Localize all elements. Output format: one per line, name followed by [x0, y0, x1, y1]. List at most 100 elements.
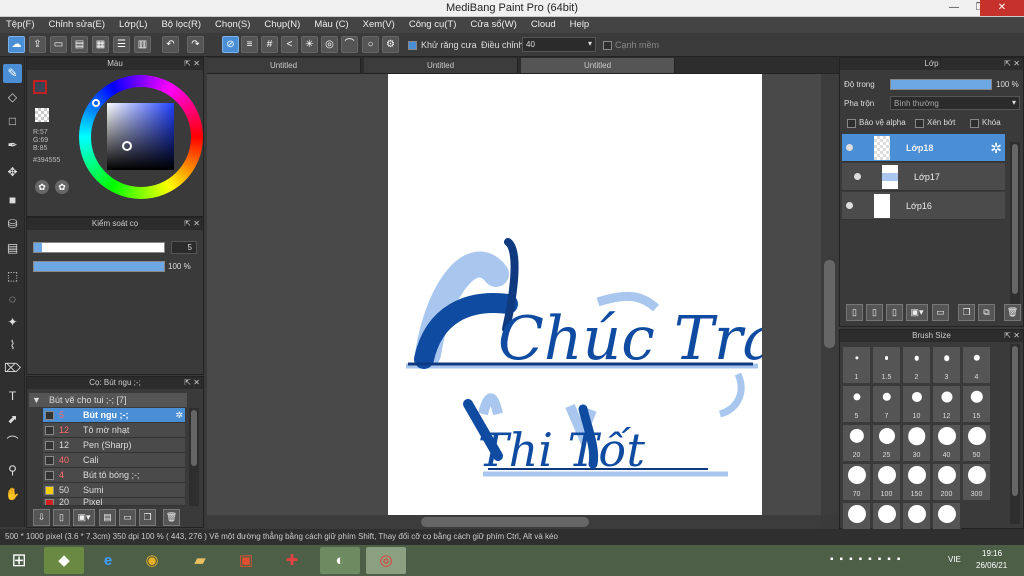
- grid-icon[interactable]: ▥: [134, 36, 151, 53]
- folder-icon[interactable]: ▭: [119, 509, 136, 526]
- brush-tool-icon[interactable]: ✎: [3, 64, 22, 83]
- tray-icons[interactable]: ▪▪▪▪▪▪▪▪: [830, 554, 906, 565]
- lock-checkbox[interactable]: [970, 119, 979, 128]
- brush-file-icon[interactable]: ▤: [99, 509, 116, 526]
- menu-color[interactable]: Màu (C): [314, 17, 348, 33]
- duplicate-layer-icon[interactable]: ❐: [958, 304, 975, 321]
- menu-tools[interactable]: Công cụ(T): [409, 17, 457, 33]
- brush-item[interactable]: 12 Tô mờ nhạt: [43, 423, 185, 438]
- clipping-checkbox[interactable]: [915, 119, 924, 128]
- brush-item[interactable]: 50 Sumi: [43, 483, 185, 498]
- palette-icon[interactable]: ✿: [35, 180, 49, 194]
- medibang-icon[interactable]: ◎: [366, 547, 406, 574]
- eyedropper-icon[interactable]: ⚲: [3, 461, 22, 480]
- main-color-swatch[interactable]: [33, 80, 47, 94]
- brush-size-option[interactable]: 150: [902, 463, 931, 501]
- brush-size-option[interactable]: 10: [902, 385, 931, 423]
- gear-icon[interactable]: ✲: [990, 140, 1002, 157]
- menu-help[interactable]: Help: [570, 17, 590, 33]
- redo-icon[interactable]: ↷: [187, 36, 204, 53]
- app-icon[interactable]: ✚: [272, 547, 312, 574]
- brush-size-option[interactable]: 30: [902, 424, 931, 462]
- eye-icon[interactable]: [854, 173, 861, 180]
- opacity-slider[interactable]: [33, 261, 165, 272]
- transparent-swatch[interactable]: [35, 108, 49, 122]
- magic-wand-icon[interactable]: ✦: [3, 313, 22, 332]
- cloud-download-icon[interactable]: ⇩: [33, 509, 50, 526]
- text-tool-icon[interactable]: T: [3, 387, 22, 406]
- cloud-icon[interactable]: ☁: [8, 36, 25, 53]
- divide-tool-icon[interactable]: ⌒: [3, 433, 22, 452]
- tab-untitled-2[interactable]: Untitled: [364, 58, 518, 73]
- undock-icon[interactable]: ⇱: [1004, 58, 1011, 70]
- brush-size-option[interactable]: 70: [842, 463, 871, 501]
- undock-icon[interactable]: ⇱: [184, 218, 191, 230]
- gradient-tool-icon[interactable]: ▤: [3, 239, 22, 258]
- correction-select[interactable]: 40 ▾: [522, 37, 596, 52]
- vanish-snap-icon[interactable]: <: [281, 36, 298, 53]
- lasso-icon[interactable]: ◌: [3, 290, 22, 309]
- close-icon[interactable]: ✕: [193, 58, 200, 70]
- saturation-square[interactable]: [107, 103, 174, 170]
- move-tool-icon[interactable]: ✥: [3, 163, 22, 182]
- new-halftone-layer-icon[interactable]: ▯: [866, 304, 883, 321]
- app-icon[interactable]: ▣: [226, 547, 266, 574]
- eye-icon[interactable]: [846, 144, 853, 151]
- menu-select[interactable]: Chọn(S): [215, 17, 250, 33]
- close-icon[interactable]: ✕: [1013, 58, 1020, 70]
- brush-size-option[interactable]: 200: [932, 463, 961, 501]
- bluestacks-icon[interactable]: ◆: [44, 547, 84, 574]
- menu-edit[interactable]: Chỉnh sửa(E): [49, 17, 106, 33]
- brush-size-option[interactable]: 25: [872, 424, 901, 462]
- color-mix-icon[interactable]: ✿: [55, 180, 69, 194]
- list-icon[interactable]: ☰: [113, 36, 130, 53]
- eraser-tool-icon[interactable]: ◇: [3, 88, 22, 107]
- clock-time[interactable]: 19:16: [982, 549, 1002, 558]
- brush-size-value[interactable]: 5: [171, 241, 197, 254]
- brush-size-option[interactable]: 1: [842, 346, 871, 384]
- bucket-tool-icon[interactable]: ⛁: [3, 215, 22, 234]
- drawing-canvas[interactable]: Chúc Trang Thi Tốt: [388, 74, 855, 515]
- brush-size-option[interactable]: 7: [872, 385, 901, 423]
- select-eraser-icon[interactable]: ⌦: [3, 359, 22, 378]
- copy-icon[interactable]: ❐: [139, 509, 156, 526]
- eye-icon[interactable]: [846, 202, 853, 209]
- menu-cloud[interactable]: Cloud: [531, 17, 556, 33]
- scroll-thumb[interactable]: [421, 517, 589, 527]
- tab-untitled-1[interactable]: Untitled: [207, 58, 361, 73]
- add-layer-menu-icon[interactable]: ▣▾: [906, 304, 928, 321]
- operation-tool-icon[interactable]: ⬈: [3, 410, 22, 429]
- brush-size-option[interactable]: 20: [842, 424, 871, 462]
- language-indicator[interactable]: VIE: [948, 555, 961, 564]
- parallel-snap-icon[interactable]: ≡: [241, 36, 258, 53]
- brush-size-option[interactable]: 4: [962, 346, 991, 384]
- brush-size-option[interactable]: 1.5: [872, 346, 901, 384]
- undock-icon[interactable]: ⇱: [184, 377, 191, 389]
- chat-icon[interactable]: ▤: [71, 36, 88, 53]
- windows-start-icon[interactable]: ⊞: [2, 547, 36, 574]
- undock-icon[interactable]: ⇱: [184, 58, 191, 70]
- shape-tool-icon[interactable]: □: [3, 112, 22, 131]
- circle-snap-icon[interactable]: ◎: [321, 36, 338, 53]
- scroll-thumb[interactable]: [824, 260, 835, 348]
- clock-date[interactable]: 26/06/21: [976, 561, 1007, 570]
- explorer-icon[interactable]: ▰: [180, 547, 220, 574]
- brush-size-option[interactable]: 100: [872, 463, 901, 501]
- hand-tool-icon[interactable]: ✋: [3, 485, 22, 504]
- brush-size-slider[interactable]: [33, 242, 165, 253]
- brush-list-scrollbar[interactable]: [189, 408, 199, 506]
- gear-icon[interactable]: ⚙: [382, 36, 399, 53]
- gear-icon[interactable]: ✲: [175, 408, 183, 423]
- undock-icon[interactable]: ⇱: [1004, 330, 1011, 342]
- brush-item[interactable]: 5 Bút ngu ;-; ✲: [43, 408, 185, 423]
- menu-filter[interactable]: Bộ lọc(R): [161, 17, 201, 33]
- protect-alpha-checkbox[interactable]: [847, 119, 856, 128]
- brush-size-option[interactable]: 40: [932, 424, 961, 462]
- brush-item[interactable]: 20 Pixel: [43, 498, 185, 506]
- cross-snap-icon[interactable]: #: [261, 36, 278, 53]
- brush-size-scrollbar[interactable]: [1010, 344, 1020, 524]
- close-icon[interactable]: ✕: [1013, 330, 1020, 342]
- canvas-vertical-scrollbar[interactable]: [821, 74, 838, 515]
- ie-icon[interactable]: e: [88, 547, 128, 574]
- menu-window[interactable]: Cửa sổ(W): [470, 17, 516, 33]
